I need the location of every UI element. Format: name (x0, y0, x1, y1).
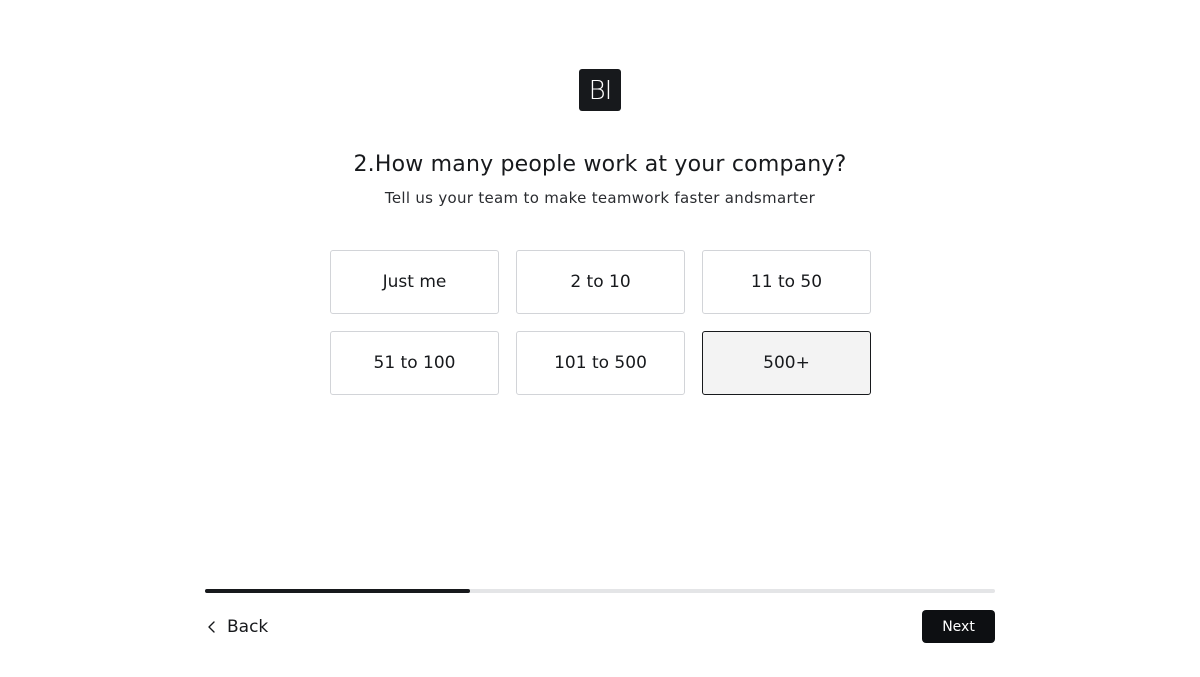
option-just-me[interactable]: Just me (330, 250, 499, 314)
option-2-to-10[interactable]: 2 to 10 (516, 250, 685, 314)
option-label: 2 to 10 (570, 272, 631, 292)
option-label: 101 to 500 (554, 353, 647, 373)
option-label: 11 to 50 (750, 272, 823, 292)
logo-text: BI (588, 75, 613, 106)
logo: BI (579, 69, 621, 111)
chevron-left-icon (205, 620, 219, 634)
progress-fill (205, 589, 470, 593)
option-11-to-50[interactable]: 11 to 50 (702, 250, 871, 314)
next-button[interactable]: Next (922, 610, 995, 643)
option-101-to-500[interactable]: 101 to 500 (516, 331, 685, 395)
options-grid: Just me 2 to 10 11 to 50 51 to 100 101 t… (330, 250, 871, 395)
progress-bar (205, 589, 995, 593)
option-51-to-100[interactable]: 51 to 100 (330, 331, 499, 395)
question-subtitle: Tell us your team to make teamwork faste… (384, 189, 816, 207)
option-label: Just me (382, 272, 447, 292)
option-label: 500+ (763, 353, 810, 373)
question-title: 2.How many people work at your company? (353, 152, 847, 177)
back-button[interactable]: Back (205, 612, 268, 642)
option-label: 51 to 100 (373, 353, 456, 373)
option-500-plus[interactable]: 500+ (702, 331, 871, 395)
back-label: Back (227, 617, 269, 637)
